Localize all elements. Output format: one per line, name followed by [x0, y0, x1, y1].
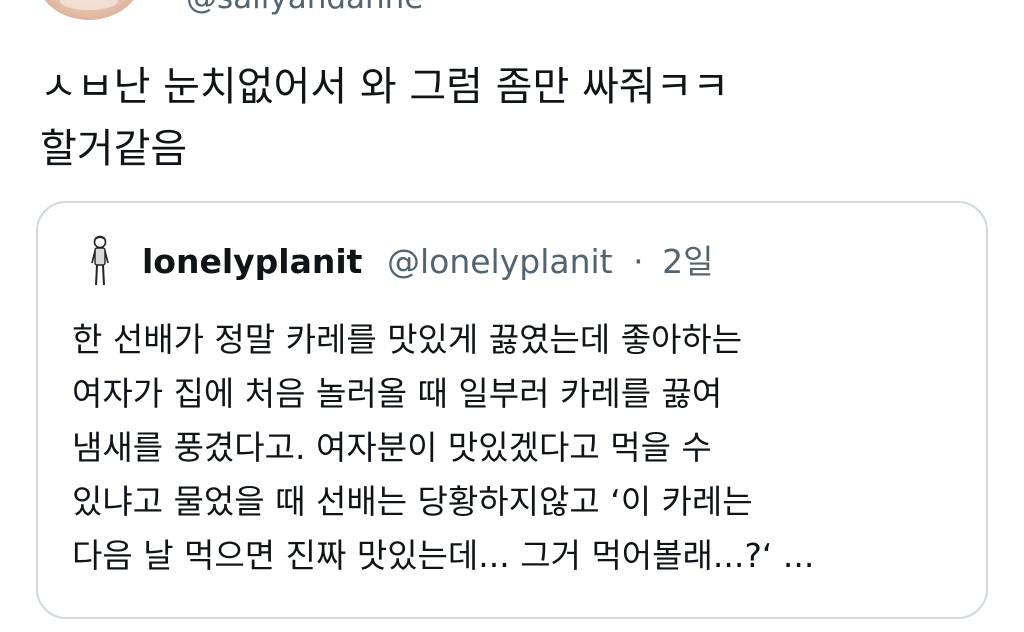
quoted-tweet-text: 한 선배가 정말 카레를 맛있게 끓였는데 좋아하는 여자가 집에 처음 놀러올… — [72, 320, 815, 575]
author-handle[interactable]: @sallyandanne — [186, 0, 423, 18]
quoted-tweet-time[interactable]: 2일 — [662, 242, 713, 281]
quoted-user-handle[interactable]: @lonelyplanit — [387, 242, 613, 281]
author-avatar[interactable] — [36, 0, 142, 20]
quoted-tweet-header: lonelyplanit @lonelyplanit · 2일 — [142, 239, 713, 285]
quoted-tweet-card[interactable]: lonelyplanit @lonelyplanit · 2일 한 선배가 정말… — [36, 201, 988, 619]
quoted-user-avatar[interactable] — [88, 235, 112, 291]
tweet-screen: @sallyandanne ㅅㅂ난 눈치없어서 와 그럼 좀만 싸줘ㅋㅋ 할거같… — [0, 0, 1024, 632]
tweet-text: ㅅㅂ난 눈치없어서 와 그럼 좀만 싸줘ㅋㅋ 할거같음 — [40, 64, 730, 172]
person-figure-icon — [91, 235, 109, 286]
author-row: @sallyandanne — [0, 0, 1024, 20]
meta-separator: · — [633, 242, 644, 281]
quoted-user-name[interactable]: lonelyplanit — [142, 242, 362, 281]
